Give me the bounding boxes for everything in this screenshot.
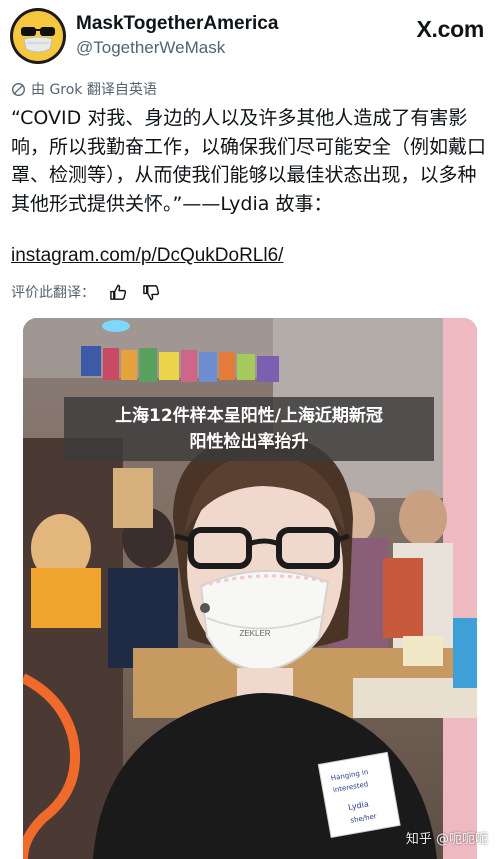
- news-caption-overlay: 上海12件样本呈阳性/上海近期新冠 阳性检出率抬升: [64, 397, 434, 461]
- thumbs-down-button[interactable]: [142, 283, 161, 302]
- globe-icon: [12, 82, 25, 96]
- rate-translation-row: 评价此翻译：: [11, 281, 161, 303]
- thumbs-up-button[interactable]: [109, 283, 128, 302]
- zhihu-watermark: 知乎 @呃呃呃: [405, 832, 488, 847]
- x-brand-logo: X.com: [416, 16, 484, 43]
- caption-line-2: 阳性检出率抬升: [189, 432, 309, 452]
- translation-label: 由 Grok 翻译自英语: [31, 82, 157, 98]
- sunglasses-mask-avatar-icon: [16, 14, 60, 58]
- name-tag: Hanging in interested Lydia she/her: [317, 751, 401, 838]
- user-handle[interactable]: @TogetherWeMask: [76, 36, 278, 60]
- rate-translation-label: 评价此翻译：: [11, 285, 95, 301]
- avatar[interactable]: [10, 8, 66, 64]
- thumbs-up-icon: [110, 284, 127, 300]
- instagram-link[interactable]: instagram.com/p/DcQukDoRLl6/: [11, 245, 283, 267]
- mask-brand-text: ZEKLER: [239, 629, 270, 638]
- tweet-text: “COVID 对我、身边的人以及许多其他人造成了有害影响，所以我勤奋工作，以确保…: [11, 107, 487, 215]
- display-name[interactable]: MaskTogetherAmerica: [76, 12, 278, 36]
- tweet-header: MaskTogetherAmerica @TogetherWeMask X.co…: [10, 8, 490, 64]
- caption-line-1: 上海12件样本呈阳性/上海近期新冠: [115, 406, 383, 426]
- translation-notice[interactable]: 由 Grok 翻译自英语: [11, 78, 157, 100]
- brand-text: X.com: [416, 16, 484, 42]
- thumbs-down-icon: [143, 284, 160, 300]
- author-names: MaskTogetherAmerica @TogetherWeMask: [76, 12, 278, 60]
